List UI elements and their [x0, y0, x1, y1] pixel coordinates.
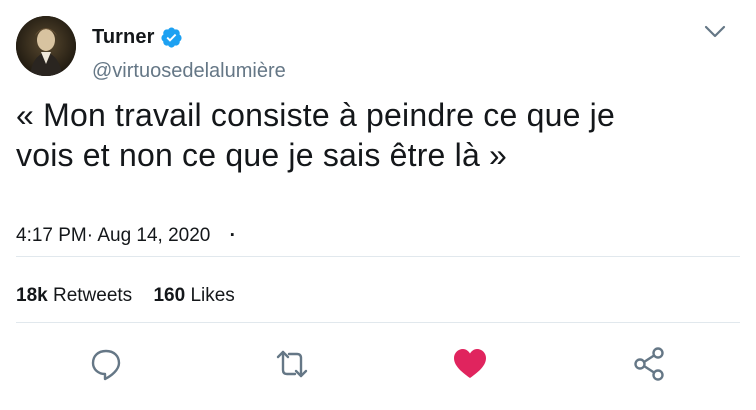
share-button[interactable] [632, 346, 668, 382]
retweet-button[interactable] [274, 346, 310, 382]
chevron-down-icon[interactable] [704, 24, 726, 40]
divider [16, 322, 740, 323]
portrait-image [16, 16, 76, 76]
tweet-text-line: vois et non ce que je sais être là » [16, 137, 508, 173]
divider [16, 256, 740, 257]
meta-separator: · [229, 225, 236, 246]
share-icon [634, 347, 664, 381]
tweet-text-line: « Mon travail consiste à peindre ce que … [16, 97, 615, 133]
tweet-timestamp[interactable]: 4:17 PM· Aug 14, 2020 · [16, 225, 236, 247]
like-button[interactable] [452, 346, 488, 382]
author-name[interactable]: Turner [92, 26, 154, 49]
author-handle[interactable]: @virtuosedelalumière [92, 60, 286, 83]
tweet-date: Aug 14, 2020 [97, 225, 211, 246]
tweet-stats: 18k Retweets 160 Likes [16, 285, 251, 307]
retweets-stat[interactable]: 18k Retweets [16, 285, 132, 306]
retweets-label: Retweets [52, 285, 133, 306]
heart-icon [454, 349, 486, 378]
reply-icon [91, 349, 121, 381]
likes-stat[interactable]: 160 Likes [153, 285, 234, 306]
avatar[interactable] [16, 16, 76, 76]
tweet-text: « Mon travail consiste à peindre ce que … [16, 95, 736, 175]
reply-button[interactable] [88, 346, 124, 382]
tweet-time: 4:17 PM· [16, 225, 94, 246]
verified-badge-icon [161, 27, 182, 48]
retweets-count: 18k [16, 285, 48, 306]
retweet-icon [276, 350, 308, 378]
likes-count: 160 [153, 285, 186, 306]
likes-label: Likes [190, 285, 235, 306]
